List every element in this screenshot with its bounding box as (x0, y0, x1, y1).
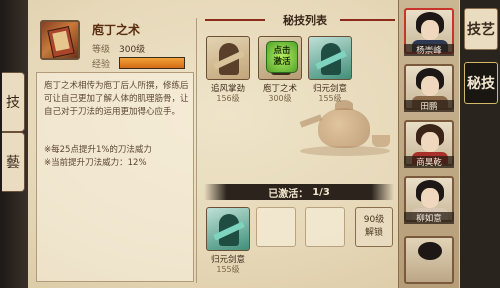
exp-bar (119, 57, 185, 69)
skill-card-zhuifeng[interactable] (206, 36, 250, 80)
bonus-line-2: ※当前提升刀法威力：12% (44, 158, 147, 168)
activated-label: 已激活： (268, 188, 309, 200)
active-slot-guiyuan[interactable] (206, 207, 250, 251)
unlock-level: 90级 (363, 215, 385, 225)
unlock-label: 解锁 (364, 228, 383, 238)
level-label: 等级 (92, 45, 111, 55)
exp-label: 经验 (92, 60, 111, 70)
skill-description: 庖丁之术相传为庖丁后人所撰，修练后可让自己更加了解人体的肌理筋骨，让自己对于刀法… (44, 81, 189, 117)
teapot-lid (335, 100, 353, 110)
locked-slot-button[interactable]: 90级 解锁 (355, 207, 393, 247)
character-name: 田鹏 (404, 100, 454, 112)
character-name: 商昊乾 (404, 156, 454, 168)
skill-card-guiyuan[interactable] (308, 36, 352, 80)
card-level: 156级 (216, 94, 240, 103)
activated-count: 1/3 (312, 186, 330, 198)
slot-level: 155级 (216, 265, 240, 274)
exp-bar-fill (120, 58, 184, 68)
teacup-icon (372, 135, 390, 147)
skill-screen: 技 藝 庖丁之术 等级 300级 经验 庖丁之术相传为庖丁后人所撰，修练后可让自… (0, 0, 500, 288)
character-portrait-more[interactable] (404, 236, 454, 284)
skill-book-icon (40, 20, 80, 60)
left-tab-art[interactable]: 藝 (2, 132, 25, 192)
teapot-icon (318, 108, 370, 148)
empty-slot[interactable] (256, 207, 296, 247)
tab-skills[interactable]: 技艺 (464, 8, 498, 50)
character-name: 柳如意 (404, 212, 454, 224)
tab-secret-skills[interactable]: 秘技 (464, 62, 498, 104)
skill-title: 庖丁之术 (92, 23, 141, 37)
left-tab-skill[interactable]: 技 (2, 72, 25, 132)
activated-banner: 已激活： 1/3 (204, 184, 394, 200)
bonus-line-1: ※每25点提升1%的刀法威力 (44, 145, 152, 155)
level-value: 300级 (119, 45, 146, 55)
skill-list-title: 秘技列表 (283, 14, 327, 27)
activate-button[interactable]: 点击 激活 (266, 41, 298, 73)
card-level: 300级 (268, 94, 292, 103)
panel-divider (196, 18, 197, 283)
character-name: 杨崇峰 (404, 44, 454, 56)
empty-slot[interactable] (305, 207, 345, 247)
